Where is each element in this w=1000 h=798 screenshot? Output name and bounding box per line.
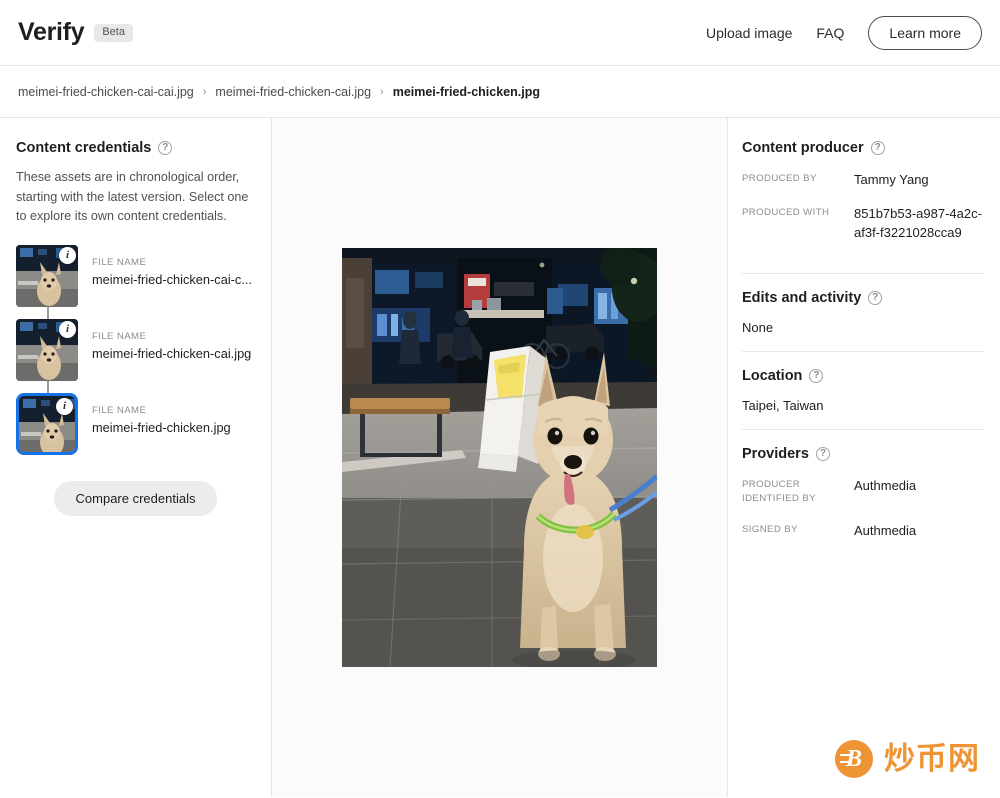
version-item-3-selected[interactable]: i FILE NAME meimei-fried-chicken.jpg <box>16 393 255 455</box>
section-location: Location ? Taipei, Taiwan <box>742 351 984 429</box>
edits-and-activity-value: None <box>742 320 984 335</box>
breadcrumb: meimei-fried-chicken-cai-cai.jpg › meime… <box>0 66 1000 118</box>
credential-details-panel: Content producer ? PRODUCED BY Tammy Yan… <box>728 118 1000 797</box>
chevron-right-icon: › <box>203 86 207 98</box>
logo-bar-top <box>840 754 852 756</box>
question-mark-icon[interactable]: ? <box>871 141 885 155</box>
app-header: Verify Beta Upload image FAQ Learn more <box>0 0 1000 66</box>
content-producer-title: Content producer ? <box>742 140 984 156</box>
edits-and-activity-title: Edits and activity ? <box>742 290 984 306</box>
field-produced-by: PRODUCED BY Tammy Yang <box>742 170 984 190</box>
version-item-2[interactable]: i FILE NAME meimei-fried-chicken-cai.jpg <box>16 319 255 381</box>
panel-title-text: Content credentials <box>16 140 151 156</box>
watermark-text: 炒币网 <box>884 744 980 775</box>
section-title-text: Edits and activity <box>742 290 861 306</box>
main-body: Content credentials ? These assets are i… <box>0 118 1000 797</box>
image-viewer <box>272 118 728 797</box>
version-meta: FILE NAME meimei-fried-chicken-cai-c... <box>92 245 252 287</box>
breadcrumb-item-1[interactable]: meimei-fried-chicken-cai-cai.jpg <box>18 85 194 99</box>
field-value: 851b7b53-a987-4a2c-af3f-f3221028cca9 <box>854 204 984 243</box>
section-providers: Providers ? PRODUCER IDENTIFIED BY Authm… <box>742 429 984 571</box>
section-title-text: Providers <box>742 446 809 462</box>
version-meta: FILE NAME meimei-fried-chicken-cai.jpg <box>92 319 251 361</box>
field-value: Authmedia <box>854 476 984 496</box>
learn-more-button[interactable]: Learn more <box>868 16 982 50</box>
watermark-logo-letter: B <box>835 740 873 778</box>
content-credentials-title: Content credentials ? <box>16 140 255 156</box>
version-thumbnail[interactable]: i <box>16 319 78 381</box>
beta-badge: Beta <box>94 24 133 42</box>
question-mark-icon[interactable]: ? <box>868 291 882 305</box>
main-image[interactable] <box>342 248 657 667</box>
version-list: i FILE NAME meimei-fried-chicken-cai-c..… <box>16 245 255 455</box>
faq-link[interactable]: FAQ <box>816 25 844 41</box>
file-name-label: FILE NAME <box>92 405 231 416</box>
file-name-value: meimei-fried-chicken-cai.jpg <box>92 346 251 361</box>
file-name-label: FILE NAME <box>92 257 252 268</box>
file-name-value: meimei-fried-chicken.jpg <box>92 420 231 435</box>
info-icon[interactable]: i <box>59 247 76 264</box>
breadcrumb-item-2[interactable]: meimei-fried-chicken-cai.jpg <box>215 85 371 99</box>
content-credentials-description: These assets are in chronological order,… <box>16 168 255 227</box>
question-mark-icon[interactable]: ? <box>816 447 830 461</box>
question-mark-icon[interactable]: ? <box>809 369 823 383</box>
section-content-producer: Content producer ? PRODUCED BY Tammy Yan… <box>742 140 984 273</box>
app-title: Verify <box>18 18 84 47</box>
compare-credentials-wrap: Compare credentials <box>16 481 255 516</box>
info-icon[interactable]: i <box>56 398 73 415</box>
field-value: Tammy Yang <box>854 170 984 190</box>
info-icon[interactable]: i <box>59 321 76 338</box>
file-name-value: meimei-fried-chicken-cai-c... <box>92 272 252 287</box>
chevron-right-icon: › <box>380 86 384 98</box>
content-credentials-panel: Content credentials ? These assets are i… <box>0 118 272 797</box>
bitcoin-b-logo-icon: B <box>835 740 873 778</box>
field-producer-identified-by: PRODUCER IDENTIFIED BY Authmedia <box>742 476 984 508</box>
upload-image-link[interactable]: Upload image <box>706 25 792 41</box>
section-edits-and-activity: Edits and activity ? None <box>742 273 984 351</box>
logo-bar-bottom <box>840 761 852 763</box>
providers-title: Providers ? <box>742 446 984 462</box>
version-meta: FILE NAME meimei-fried-chicken.jpg <box>92 393 231 435</box>
field-label: PRODUCER IDENTIFIED BY <box>742 476 854 508</box>
header-actions: Upload image FAQ Learn more <box>706 16 982 50</box>
file-name-label: FILE NAME <box>92 331 251 342</box>
compare-credentials-button[interactable]: Compare credentials <box>54 481 218 516</box>
location-value: Taipei, Taiwan <box>742 398 984 413</box>
brand: Verify Beta <box>18 18 133 47</box>
version-item-1[interactable]: i FILE NAME meimei-fried-chicken-cai-c..… <box>16 245 255 307</box>
section-title-text: Location <box>742 368 802 384</box>
field-label: SIGNED BY <box>742 521 854 538</box>
version-thumbnail[interactable]: i <box>16 393 78 455</box>
field-label: PRODUCED BY <box>742 170 854 187</box>
site-watermark: B 炒币网 <box>835 740 980 778</box>
field-signed-by: SIGNED BY Authmedia <box>742 521 984 541</box>
version-thumbnail[interactable]: i <box>16 245 78 307</box>
field-value: Authmedia <box>854 521 984 541</box>
dog-night-street-photo <box>342 248 657 667</box>
field-produced-with: PRODUCED WITH 851b7b53-a987-4a2c-af3f-f3… <box>742 204 984 243</box>
location-title: Location ? <box>742 368 984 384</box>
question-mark-icon[interactable]: ? <box>158 141 172 155</box>
field-label: PRODUCED WITH <box>742 204 854 221</box>
breadcrumb-item-3-current: meimei-fried-chicken.jpg <box>393 85 540 99</box>
section-title-text: Content producer <box>742 140 864 156</box>
